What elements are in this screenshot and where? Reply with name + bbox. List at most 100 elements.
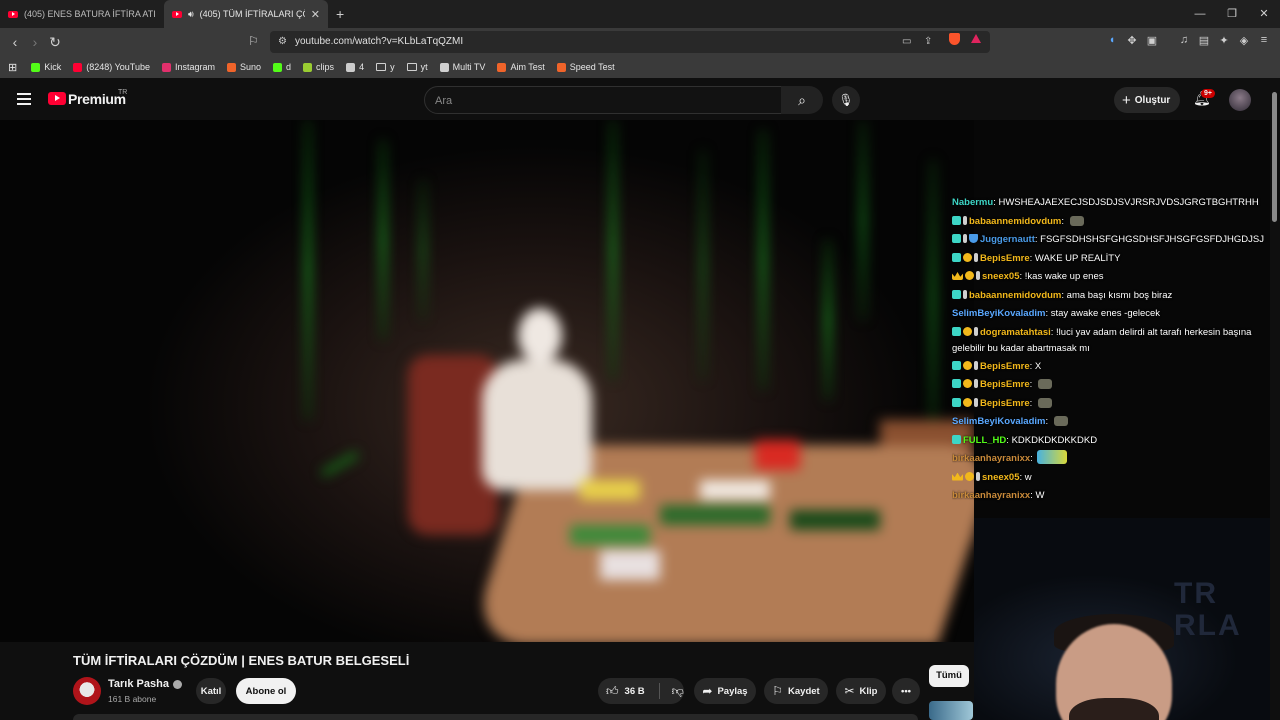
close-window-icon[interactable]: ✕ [1248,0,1280,28]
bookmark-item[interactable]: y [376,62,395,72]
scroll-thumb[interactable] [1272,92,1277,222]
chat-message: birkaanhayranixx: W [952,490,1045,501]
extensions-icon[interactable]: ✥ [1126,34,1138,47]
chat-message-text: W [1035,490,1045,501]
create-button[interactable]: + Oluştur [1114,87,1180,113]
like-icon[interactable]: 👍︎ [606,684,619,699]
recommended-thumbnail[interactable] [929,701,973,720]
bookmark-label: Multi TV [452,62,486,72]
chat-message: SelimBeyiKovaladim: [952,413,1270,432]
share-button[interactable]: ➦ Paylaş [694,678,756,704]
mic-badge-icon [963,215,967,225]
youtube-logo-icon[interactable] [48,92,66,105]
bookmark-label: Kick [44,62,62,72]
subscribe-button[interactable]: Abone ol [236,678,296,704]
join-button[interactable]: Katıl [196,678,226,704]
hamburger-menu-icon[interactable] [17,93,31,108]
menu-icon[interactable]: ≡ [1258,34,1270,47]
page-scrollbar[interactable] [1270,80,1280,720]
user-avatar[interactable] [1229,89,1251,111]
bookmark-item[interactable]: clips [303,62,334,72]
chat-username[interactable]: Juggernautt [980,234,1035,245]
mic-badge-icon [963,234,967,243]
like-dislike-group: 👍︎ 36 B 👎︎ [598,678,684,704]
chat-username[interactable]: BepisEmre [980,361,1030,372]
more-actions-icon[interactable]: ••• [892,678,920,704]
reload-icon[interactable]: ↻ [47,34,63,50]
bookmark-item[interactable]: yt [406,62,428,72]
chat-message-text: !kas wake up enes [1024,271,1104,282]
microphone-icon[interactable]: 🎙︎ [832,86,860,114]
bookmark-label: Aim Test [510,62,545,72]
video-player[interactable] [0,120,974,642]
brave-rewards-icon[interactable] [971,34,981,43]
like-count[interactable]: 36 B [625,686,645,697]
brave-shield-icon[interactable] [949,33,960,45]
chat-username[interactable]: birkaanhayranixx [952,453,1030,464]
sub-badge-icon [952,397,961,407]
bookmark-item[interactable]: 4 [346,62,364,72]
save-button[interactable]: ⚐ Kaydet [764,678,828,704]
chat-username[interactable]: SelimBeyiKovaladim [952,308,1045,319]
description-box[interactable] [73,714,918,720]
mic-badge-icon [963,289,967,299]
search-icon[interactable]: ⌕ [781,86,823,114]
chat-username[interactable]: sneex05 [982,472,1020,483]
sidebar-icon[interactable]: ▤ [1198,34,1210,47]
bookmark-icon[interactable]: ⚐ [248,34,259,48]
restore-icon[interactable]: ❐ [1216,0,1248,28]
dislike-icon[interactable]: 👎︎ [672,684,684,699]
chat-username[interactable]: SelimBeyiKovaladim [952,416,1045,427]
bookmark-item[interactable]: (8248) YouTube [73,62,150,72]
folder-icon [376,63,387,71]
bookmark-item[interactable]: Speed Test [556,62,615,72]
bookmark-item[interactable]: Kick [31,62,61,72]
url-text[interactable]: youtube.com/watch?v=KLbLaTqQZMI [295,36,463,47]
chat-username[interactable]: BepisEmre [980,398,1030,409]
chat-username[interactable]: Nabermu [952,197,993,208]
music-icon[interactable]: ♫ [1178,34,1190,47]
chat-message: FULL_HD: KDKDKDKDKKDKD [952,432,1270,451]
clip-button[interactable]: ✂ Klip [836,678,886,704]
chat-username[interactable]: babaannemidovdum [969,290,1061,301]
ai-icon[interactable]: ✦ [1218,34,1230,47]
audio-playing-icon[interactable]: ◖ [1106,34,1118,47]
channel-name-text[interactable]: Tarık Pasha [108,678,169,690]
sub-badge-icon [952,252,961,262]
channel-name[interactable]: Tarık Pasha [108,678,182,690]
speaker-icon[interactable]: 🔊︎ [188,9,194,20]
forward-icon[interactable]: › [27,34,43,50]
chat-username[interactable]: dogramatahtasi [980,327,1051,338]
chat-username[interactable]: FULL_HD [963,435,1006,446]
chat-username[interactable]: BepisEmre [980,253,1030,264]
chat-message: BepisEmre: [952,395,1270,414]
crown-badge-icon [952,472,963,481]
wallet-icon[interactable]: ▣ [1146,34,1158,47]
bookmark-item[interactable]: d [273,62,291,72]
browser-tab-active[interactable]: 🔊︎ (405) TÜM İFTİRALARI ÇÖZDÜ ✕ [164,0,328,28]
chat-username[interactable]: birkaanhayranixx [952,490,1030,501]
channel-avatar[interactable] [73,677,101,705]
cast-icon[interactable]: ▭ [902,36,911,47]
chat-username[interactable]: BepisEmre [980,379,1030,390]
share-icon[interactable]: ⇪ [924,36,932,47]
close-tab-icon[interactable]: ✕ [311,8,320,21]
site-info-icon[interactable]: ⚙ [278,36,287,47]
chat-username[interactable]: sneex05 [982,271,1020,282]
chat-message: sneex05: !kas wake up enes [952,268,1270,287]
chat-username[interactable]: babaannemidovdum [969,216,1061,227]
apps-grid-icon[interactable]: ⊞ [8,61,17,74]
bookmark-item[interactable]: Aim Test [497,62,545,72]
chat-message-text: stay awake enes -gelecek [1050,308,1161,319]
bookmark-item[interactable]: Instagram [161,62,215,72]
minimize-icon[interactable]: — [1184,0,1216,28]
filter-chip-all[interactable]: Tümü [929,665,969,687]
new-tab-icon[interactable]: + [336,6,344,22]
address-bar[interactable]: ⚙ youtube.com/watch?v=KLbLaTqQZMI ▭ ⇪ [270,31,990,53]
bookmark-item[interactable]: Suno [227,62,261,72]
vpn-icon[interactable]: ◈ [1238,34,1250,47]
search-input[interactable]: Ara [424,86,782,114]
browser-tab[interactable]: (405) ENES BATURA İFTİRA ATILMIŞ [0,0,164,28]
bookmark-item[interactable]: Multi TV [439,62,486,72]
back-icon[interactable]: ‹ [7,34,23,50]
